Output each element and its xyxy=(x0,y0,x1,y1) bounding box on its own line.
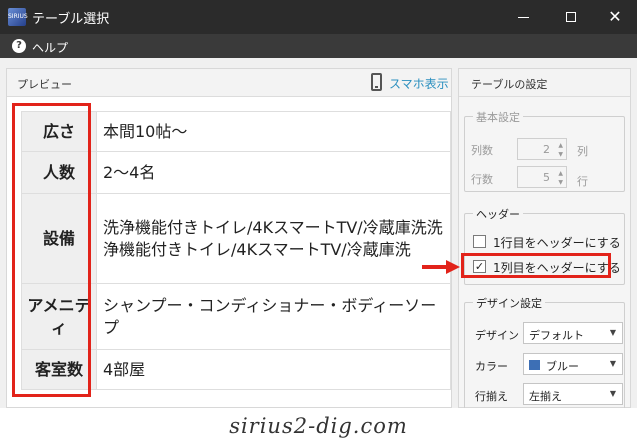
basic-settings-group: 基本設定 列数 2 ▲ ▼ 列 行数 5 ▲ ▼ 行 xyxy=(464,109,625,192)
title-bar: SIRIUS テーブル選択 ✕ xyxy=(0,0,637,34)
minimize-button[interactable] xyxy=(500,0,546,34)
row-header-cell: 広さ xyxy=(21,111,97,152)
first-col-header-option[interactable]: ✓ 1列目をヘッダーにする xyxy=(469,257,621,277)
table-row: 客室数 4部屋 xyxy=(21,349,451,390)
table-row: 設備 洗浄機能付きトイレ/4KスマートTV/冷蔵庫洗洗浄機能付きトイレ/4Kスマ… xyxy=(21,193,451,284)
first-row-header-checkbox[interactable] xyxy=(473,235,486,248)
close-button[interactable]: ✕ xyxy=(592,0,637,34)
table-row: 人数 2～4名 xyxy=(21,151,451,194)
preview-table: 広さ 本間10帖～ 人数 2～4名 設備 洗浄機能付きトイレ/4KスマートTV/… xyxy=(21,111,451,390)
row-header-cell: 客室数 xyxy=(21,349,97,390)
chevron-down-icon[interactable]: ▼ xyxy=(610,389,616,398)
color-value: ブルー xyxy=(546,360,579,373)
window-title: テーブル選択 xyxy=(32,12,110,27)
preview-title: プレビュー xyxy=(17,78,72,91)
row-header-cell: アメニティ xyxy=(21,283,97,350)
chevron-down-icon[interactable]: ▼ xyxy=(610,359,616,368)
columns-label: 列数 xyxy=(471,144,493,157)
columns-stepper[interactable]: 2 ▲ ▼ xyxy=(517,138,567,160)
rows-stepper[interactable]: 5 ▲ ▼ xyxy=(517,166,567,188)
design-dropdown[interactable]: デフォルト ▼ xyxy=(523,322,623,344)
row-value-cell: 2～4名 xyxy=(96,151,451,194)
help-menu-item[interactable]: ヘルプ xyxy=(32,39,68,56)
color-swatch xyxy=(529,360,540,370)
row-header-cell: 設備 xyxy=(21,193,97,284)
first-col-header-checkbox[interactable]: ✓ xyxy=(473,260,486,273)
row-value-cell: 本間10帖～ xyxy=(96,111,451,152)
settings-title: テーブルの設定 xyxy=(471,78,548,91)
table-row: アメニティ シャンプー・コンディショナー・ボディーソープ xyxy=(21,283,451,350)
columns-unit: 列 xyxy=(577,145,588,158)
maximize-icon xyxy=(566,12,576,22)
header-settings-legend: ヘッダー xyxy=(473,206,523,222)
menu-bar: ? ヘルプ xyxy=(0,34,637,58)
design-label: デザイン xyxy=(475,329,519,342)
first-row-header-label[interactable]: 1行目をヘッダーにする xyxy=(493,234,621,251)
columns-value: 2 xyxy=(543,143,550,156)
stepper-arrows-icon[interactable]: ▲ ▼ xyxy=(558,169,563,187)
chevron-down-icon[interactable]: ▼ xyxy=(610,328,616,337)
rows-unit: 行 xyxy=(577,175,588,188)
settings-panel: テーブルの設定 基本設定 列数 2 ▲ ▼ 列 行数 5 ▲ ▼ 行 ヘッダー 1行… xyxy=(458,68,631,414)
align-value: 左揃え xyxy=(529,390,562,403)
smartphone-view-link[interactable]: スマホ表示 xyxy=(389,75,449,92)
help-icon[interactable]: ? xyxy=(12,39,26,53)
minimize-icon xyxy=(517,16,529,18)
header-settings-group: ヘッダー 1行目をヘッダーにする ✓ 1列目をヘッダーにする xyxy=(464,206,625,285)
design-value: デフォルト xyxy=(529,329,584,342)
site-watermark: sirius2-dig.com xyxy=(0,408,637,445)
first-row-header-option[interactable]: 1行目をヘッダーにする xyxy=(469,232,621,252)
row-header-cell: 人数 xyxy=(21,151,97,194)
table-row: 広さ 本間10帖～ xyxy=(21,111,451,152)
preview-header: プレビュー スマホ表示 xyxy=(7,69,451,97)
settings-header: テーブルの設定 xyxy=(459,69,630,97)
smartphone-icon[interactable] xyxy=(371,73,382,91)
design-settings-group: デザイン設定 デザイン デフォルト ▼ カラー ブルー ▼ 行揃え 左揃え ▼ xyxy=(464,295,625,414)
preview-panel: プレビュー スマホ表示 広さ 本間10帖～ 人数 2～4名 設備 洗浄機能付きト… xyxy=(6,68,452,408)
color-label: カラー xyxy=(475,360,508,373)
basic-settings-legend: 基本設定 xyxy=(473,109,523,125)
red-arrow-icon xyxy=(422,260,460,274)
row-value-cell: 洗浄機能付きトイレ/4KスマートTV/冷蔵庫洗洗浄機能付きトイレ/4KスマートT… xyxy=(96,193,451,284)
stepper-arrows-icon[interactable]: ▲ ▼ xyxy=(558,141,563,159)
app-logo-icon: SIRIUS xyxy=(8,8,28,26)
design-settings-legend: デザイン設定 xyxy=(473,295,545,311)
close-icon: ✕ xyxy=(608,7,622,26)
color-dropdown[interactable]: ブルー ▼ xyxy=(523,353,623,375)
rows-value: 5 xyxy=(543,171,550,184)
align-label: 行揃え xyxy=(475,390,508,403)
row-value-cell: 4部屋 xyxy=(96,349,451,390)
row-value-cell: シャンプー・コンディショナー・ボディーソープ xyxy=(96,283,451,350)
align-dropdown[interactable]: 左揃え ▼ xyxy=(523,383,623,405)
first-col-header-label[interactable]: 1列目をヘッダーにする xyxy=(493,259,621,276)
maximize-button[interactable] xyxy=(548,0,594,34)
rows-label: 行数 xyxy=(471,173,493,186)
